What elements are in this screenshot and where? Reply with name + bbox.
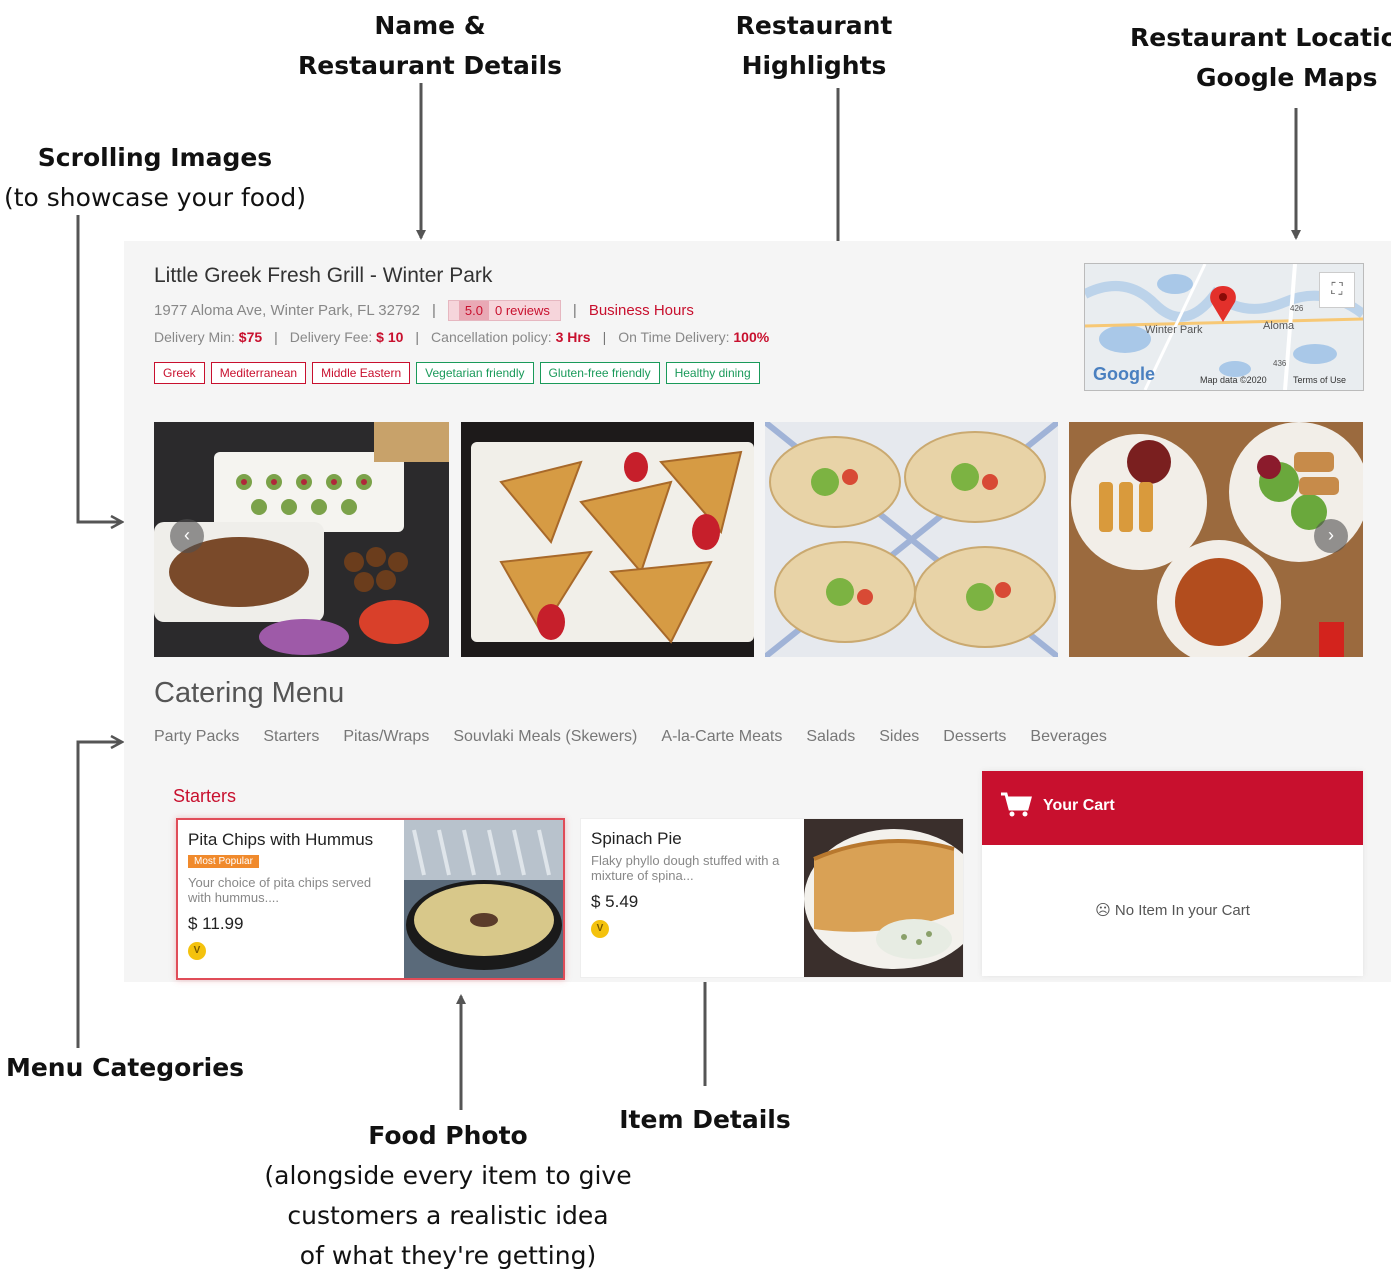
menu-item-price: $ 11.99 [188, 914, 244, 933]
review-count: 0 reviews [494, 303, 550, 318]
annotation-food-photo: Food Photo (alongside every item to give… [248, 1116, 648, 1276]
divider: | [602, 329, 607, 345]
delivery-min-label: Delivery Min: [154, 329, 235, 345]
annotation-item-details: Item Details [600, 1100, 810, 1140]
fullscreen-icon[interactable]: ⛶ [1319, 272, 1355, 308]
annotation-title: Google Maps [1196, 63, 1378, 92]
chevron-right-icon[interactable]: › [1314, 519, 1348, 553]
map-road-436: 436 [1273, 359, 1287, 368]
map-road-426: 426 [1290, 304, 1304, 313]
category-sides[interactable]: Sides [879, 728, 919, 746]
rating-score: 5.0 [458, 301, 489, 320]
annotation-scrolling-images: Scrolling Images (to showcase your food) [0, 138, 310, 218]
annotation-location: Restaurant Location Google Maps [1130, 18, 1391, 98]
map-terms-link[interactable]: Terms of Use [1293, 375, 1346, 385]
most-popular-badge: Most Popular [188, 855, 259, 868]
category-souvlaki-meals[interactable]: Souvlaki Meals (Skewers) [453, 728, 637, 746]
cancellation-label: Cancellation policy: [431, 329, 552, 345]
rating-box[interactable]: 5.0 0 reviews [447, 300, 561, 321]
menu-item-title: Pita Chips with Hummus [188, 830, 374, 849]
divider: | [432, 302, 436, 319]
business-hours-link[interactable]: Business Hours [589, 302, 694, 319]
annotation-title: Scrolling Images [37, 143, 273, 172]
menu-item-description: Your choice of pita chips served with hu… [188, 875, 372, 905]
divider: | [274, 329, 278, 345]
sad-face-icon: ☹ [1095, 902, 1111, 919]
annotation-menu-categories: Menu Categories [0, 1048, 250, 1088]
annotation-title: Restaurant Location [1130, 23, 1391, 52]
category-starters[interactable]: Starters [263, 728, 319, 746]
annotation-name-details: Name & Restaurant Details [290, 6, 570, 86]
catering-menu-heading: Catering Menu [154, 677, 345, 709]
annotation-title: Menu Categories [5, 1053, 245, 1082]
cart-empty-message: ☹ No Item In your Cart [982, 901, 1363, 919]
delivery-min-value: $75 [238, 329, 263, 345]
map-label-winter-park: Winter Park [1145, 324, 1203, 336]
annotation-highlights: Restaurant Highlights [700, 6, 928, 86]
annotation-title: Restaurant Details [298, 51, 562, 80]
delivery-fee-value: $ 10 [376, 329, 404, 345]
restaurant-tags: Greek Mediterranean Middle Eastern Veget… [154, 362, 760, 384]
google-logo: Google [1093, 364, 1155, 384]
tag-greek: Greek [154, 362, 205, 384]
annotation-subtitle: customers a realistic idea [287, 1201, 609, 1230]
annotation-title: Food Photo [368, 1121, 528, 1150]
carousel-photo-gyro-wraps [765, 422, 1058, 657]
cart-empty-text: No Item In your Cart [1114, 902, 1250, 919]
annotation-subtitle: (alongside every item to give [264, 1161, 632, 1190]
restaurant-name: Little Greek Fresh Grill - Winter Park [154, 264, 493, 287]
google-map[interactable]: Winter Park Aloma 426 436 ⛶ Google Map d… [1084, 263, 1364, 391]
cart-icon [1001, 792, 1032, 817]
annotation-title: Item Details [619, 1105, 791, 1134]
restaurant-address-line: 1977 Aloma Ave, Winter Park, FL 32792 | 5.… [154, 300, 694, 321]
restaurant-address: 1977 Aloma Ave, Winter Park, FL 32792 [154, 302, 420, 319]
menu-item-photo-spinach-pie [804, 819, 963, 977]
vegetarian-icon: V [591, 920, 609, 938]
tag-mediterranean: Mediterranean [210, 362, 307, 384]
delivery-fee-label: Delivery Fee: [289, 329, 373, 345]
map-label-aloma: Aloma [1263, 320, 1295, 332]
menu-item-card[interactable]: Pita Chips with Hummus Most Popular Your… [176, 818, 565, 980]
category-beverages[interactable]: Beverages [1030, 728, 1107, 746]
menu-item-photo-hummus [404, 820, 563, 978]
menu-item-card[interactable]: Spinach Pie Flaky phyllo dough stuffed w… [580, 818, 964, 978]
annotation-title: Highlights [741, 51, 887, 80]
restaurant-policies-line: Delivery Min: $75 | Delivery Fee: $ 10 | Can… [154, 329, 769, 345]
cart-panel: Your Cart ☹ No Item In your Cart [982, 771, 1363, 976]
menu-section-title: Starters [173, 786, 237, 806]
cancellation-value: 3 Hrs [555, 329, 591, 345]
menu-item-price: $ 5.49 [591, 892, 639, 911]
tag-healthy-dining: Healthy dining [665, 362, 760, 384]
divider: | [572, 302, 577, 319]
carousel-photo-baklava [461, 422, 754, 657]
category-pitas-wraps[interactable]: Pitas/Wraps [343, 728, 429, 746]
vegetarian-icon: V [188, 942, 206, 960]
tag-vegetarian-friendly: Vegetarian friendly [416, 362, 534, 384]
arrow-scrolling-images [76, 215, 122, 522]
tag-gluten-free-friendly: Gluten-free friendly [539, 362, 660, 384]
category-salads[interactable]: Salads [806, 728, 855, 746]
category-party-packs[interactable]: Party Packs [154, 728, 239, 746]
tag-middle-eastern: Middle Eastern [312, 362, 411, 384]
ontime-value: 100% [733, 329, 770, 345]
annotation-title: Restaurant [735, 11, 893, 40]
map-data-credit: Map data ©2020 [1200, 375, 1267, 385]
category-desserts[interactable]: Desserts [943, 728, 1006, 746]
menu-category-nav: Party Packs Starters Pitas/Wraps Souvlak… [154, 728, 1107, 746]
annotation-title: Name & [374, 11, 486, 40]
arrow-menu-categories [76, 742, 122, 1048]
menu-item-title: Spinach Pie [591, 829, 682, 848]
ontime-label: On Time Delivery: [618, 329, 730, 345]
cart-title: Your Cart [1043, 797, 1115, 814]
cart-header: Your Cart [982, 771, 1363, 845]
menu-item-description: Flaky phyllo dough stuffed with a mixtur… [591, 853, 780, 883]
divider: | [415, 329, 420, 345]
chevron-left-icon[interactable]: ‹ [170, 519, 204, 553]
category-a-la-carte-meats[interactable]: A-la-Carte Meats [661, 728, 782, 746]
annotation-subtitle: (to showcase your food) [3, 183, 306, 212]
annotation-subtitle: of what they're getting) [299, 1241, 597, 1270]
